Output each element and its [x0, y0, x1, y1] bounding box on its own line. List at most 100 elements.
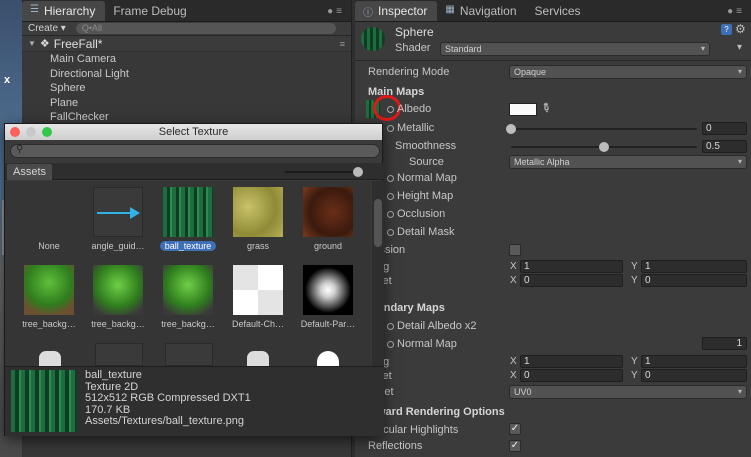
texture-picker-icon[interactable] — [387, 323, 394, 330]
zoom-window-button[interactable] — [42, 127, 52, 137]
asset-label: Default-Ch… — [231, 319, 285, 329]
hierarchy-item[interactable]: Sphere — [22, 81, 351, 96]
texture-picker-icon[interactable] — [387, 229, 394, 236]
asset-partial-thumbnail[interactable] — [95, 343, 143, 366]
dialog-title: Select Texture — [158, 126, 229, 138]
tab-label: Inspector — [378, 4, 428, 18]
specular-highlights-checkbox[interactable]: ✓ — [509, 423, 521, 435]
hierarchy-item[interactable]: Plane — [22, 96, 351, 111]
lock-menu-icon[interactable]: ●≡ — [327, 6, 345, 17]
close-window-button[interactable] — [10, 127, 20, 137]
albedo-color-swatch[interactable] — [509, 103, 537, 116]
offset2-y-field[interactable]: 0 — [641, 369, 747, 382]
smoothness-slider[interactable] — [511, 142, 697, 152]
asset-angle-guide[interactable]: angle_guid… — [83, 187, 153, 251]
texture-picker-icon[interactable] — [387, 211, 394, 218]
asset-label: angle_guid… — [91, 241, 145, 251]
checker-thumbnail — [233, 265, 283, 315]
slider-thumb[interactable] — [599, 142, 609, 152]
axis-y-label: Y — [631, 261, 638, 272]
tab-assets[interactable]: Assets — [7, 164, 53, 180]
rendering-mode-dropdown[interactable]: Opaque ▾ — [509, 65, 747, 79]
create-button[interactable]: Create ▾ — [28, 23, 66, 34]
create-label: Create — [28, 23, 59, 34]
dialog-titlebar[interactable]: Select Texture — [5, 124, 382, 140]
texture-picker-icon[interactable] — [387, 193, 394, 200]
offset-y-field[interactable]: 0 — [641, 274, 747, 287]
texture-picker-icon[interactable] — [387, 341, 394, 348]
uv-set-dropdown[interactable]: UV0 ▾ — [509, 385, 747, 399]
material-preview-icon — [361, 27, 385, 51]
hierarchy-item[interactable]: Main Camera — [22, 52, 351, 67]
hierarchy-tabbar: ☰ Hierarchy Frame Debug ●≡ — [22, 0, 351, 22]
gear-icon[interactable]: ⚙ — [735, 22, 746, 36]
lock-menu-icon[interactable]: ●≡ — [727, 6, 745, 17]
scene-menu-icon[interactable]: ≡ — [340, 39, 345, 49]
texture-picker-icon[interactable] — [387, 106, 394, 113]
asset-grass[interactable]: grass — [223, 187, 293, 251]
texture-thumbnail — [163, 187, 213, 237]
tiling2-x-field[interactable]: 1 — [520, 355, 623, 368]
tiling-x-field[interactable]: 1 — [520, 260, 623, 273]
asset-label: ground — [313, 241, 343, 251]
tab-inspector[interactable]: ⓘ Inspector — [355, 1, 438, 21]
tiling-y-field[interactable]: 1 — [641, 260, 747, 273]
asset-default-particle[interactable]: Default-Par… — [293, 265, 363, 329]
scene-row[interactable]: ▼ ❖ FreeFall* ≡ — [22, 36, 351, 52]
asset-grid-scrollbar[interactable] — [372, 181, 384, 366]
hierarchy-item[interactable]: Directional Light — [22, 67, 351, 82]
metallic-label: Metallic — [387, 122, 434, 134]
shader-dropdown[interactable]: Standard ▾ — [440, 42, 710, 56]
asset-grid: None angle_guid… ball_texture grass grou… — [5, 181, 371, 366]
tab-navigation[interactable]: ▦ Navigation — [437, 1, 526, 21]
help-book-icon[interactable]: ? — [721, 24, 732, 35]
texture-picker-icon[interactable] — [387, 125, 394, 132]
asset-partial-thumbnail[interactable] — [247, 351, 269, 366]
asset-none[interactable]: None — [14, 187, 84, 251]
source-dropdown[interactable]: Metallic Alpha ▾ — [509, 155, 747, 169]
metallic-slider[interactable] — [506, 124, 697, 134]
eyedropper-icon[interactable]: ✎ — [538, 99, 554, 116]
divider — [355, 60, 751, 61]
metallic-field[interactable]: 0 — [702, 122, 747, 135]
height-map-label: Height Map — [387, 190, 453, 202]
detail-albedo-text: Detail Albedo x2 — [397, 320, 477, 332]
smoothness-field[interactable]: 0.5 — [702, 140, 747, 153]
asset-tree-background-2[interactable]: tree_backg… — [83, 265, 153, 329]
uv-set-value: UV0 — [514, 387, 532, 397]
tab-frame-debug[interactable]: Frame Debug — [105, 1, 196, 21]
slider-thumb[interactable] — [353, 167, 363, 177]
asset-tree-background-1[interactable]: tree_backg… — [14, 265, 84, 329]
expand-arrow-icon[interactable]: ▼ — [28, 39, 36, 48]
asset-partial-thumbnail[interactable] — [39, 351, 61, 366]
tiling2-y-field[interactable]: 1 — [641, 355, 747, 368]
source-value: Metallic Alpha — [514, 157, 570, 167]
normal-map2-scale-field[interactable]: 1 — [702, 337, 747, 350]
asset-label: tree_backg… — [161, 319, 215, 329]
asset-partial-thumbnail[interactable] — [165, 343, 213, 366]
slider-thumb[interactable] — [506, 124, 516, 134]
offset-x-field[interactable]: 0 — [520, 274, 623, 287]
asset-default-checker[interactable]: Default-Ch… — [223, 265, 293, 329]
texture-picker-icon[interactable] — [387, 175, 394, 182]
offset2-x-field[interactable]: 0 — [520, 369, 623, 382]
secondary-maps-header: ondary Maps — [377, 302, 445, 314]
detail-mask-label: Detail Mask — [387, 226, 454, 238]
minimize-window-button[interactable] — [26, 127, 36, 137]
asset-partial-thumbnail[interactable] — [317, 351, 339, 366]
detail-albedo-label: Detail Albedo x2 — [387, 320, 477, 332]
reflections-checkbox[interactable]: ✓ — [509, 440, 521, 452]
tab-hierarchy[interactable]: ☰ Hierarchy — [22, 1, 106, 21]
scrollbar-thumb[interactable] — [374, 199, 382, 247]
asset-ground[interactable]: ground — [293, 187, 363, 251]
asset-tree-background-3[interactable]: tree_backg… — [153, 265, 223, 329]
thumbnail-size-slider[interactable] — [285, 167, 363, 177]
tab-services[interactable]: Services — [527, 1, 591, 21]
hierarchy-search-input[interactable]: Q•All — [75, 23, 336, 34]
texture-search-input[interactable]: ⚲ — [10, 144, 380, 158]
asset-label: tree_backg… — [22, 319, 76, 329]
more-menu-icon[interactable]: ▾ — [737, 42, 742, 53]
normal-map2-label: Normal Map — [387, 338, 457, 350]
asset-ball-texture[interactable]: ball_texture — [153, 187, 223, 254]
emission-checkbox[interactable] — [509, 244, 521, 256]
